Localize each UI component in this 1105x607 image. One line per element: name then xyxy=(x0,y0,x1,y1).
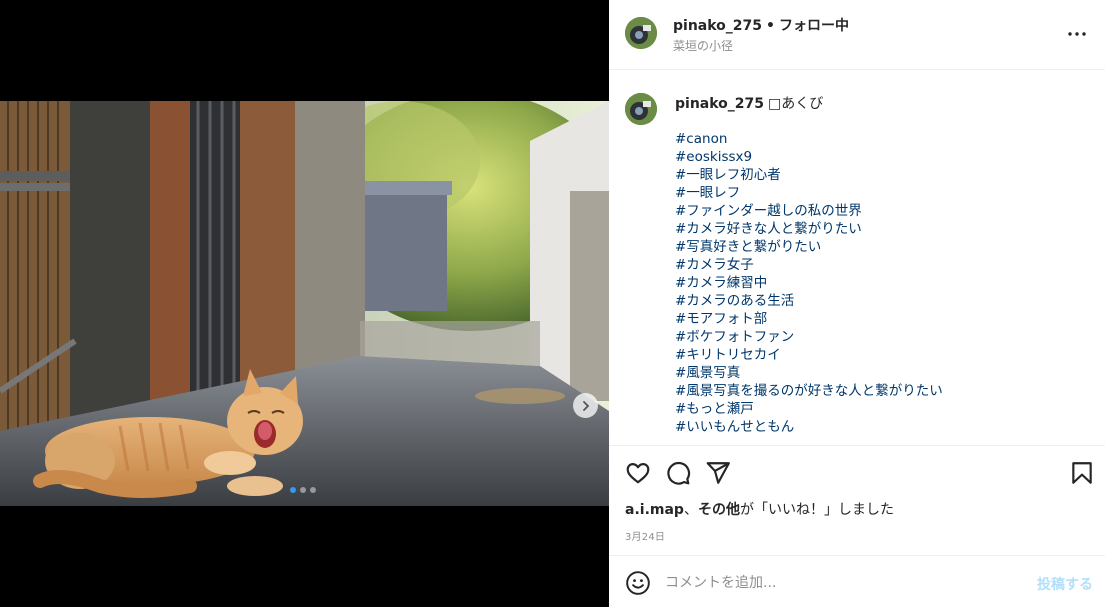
likes-joiner: 、 xyxy=(683,502,698,518)
hashtag-link[interactable]: #いいもんせともん xyxy=(675,418,943,436)
comment-bubble-icon xyxy=(667,462,691,485)
hashtag-link[interactable]: #風景写真を撮るのが好きな人と繋がりたい xyxy=(675,382,943,400)
hashtag-link[interactable]: #一眼レフ初心者 xyxy=(675,166,943,184)
liker-username[interactable]: a.i.map xyxy=(625,502,684,518)
carousel-indicator xyxy=(290,487,316,493)
paper-plane-icon xyxy=(706,462,730,484)
carousel-next-button[interactable] xyxy=(573,393,598,418)
carousel-dot xyxy=(290,487,296,493)
hashtag-link[interactable]: #もっと瀬戸 xyxy=(675,400,943,418)
avatar[interactable] xyxy=(625,17,657,49)
hashtag-link[interactable]: #風景写真 xyxy=(675,364,943,382)
avatar-image xyxy=(625,93,657,125)
carousel-dot xyxy=(300,487,306,493)
hashtag-link[interactable]: #canon xyxy=(675,130,943,148)
hashtag-link[interactable]: #eoskissx9 xyxy=(675,148,943,166)
location-link[interactable]: 菜垣の小径 xyxy=(673,37,733,54)
hashtag-link[interactable]: #一眼レフ xyxy=(675,184,943,202)
likes-summary: a.i.map、その他が「いいね！」しました xyxy=(625,499,894,519)
hashtag-link[interactable]: #ファインダー越しの私の世界 xyxy=(675,202,943,220)
post-date[interactable]: 3月24日 xyxy=(625,528,665,543)
more-options-button[interactable] xyxy=(1065,22,1089,46)
cat-yawning-photo xyxy=(0,101,609,506)
hashtag-link[interactable]: #キリトリセカイ xyxy=(675,346,943,364)
post-header: pinako_275 • フォロー中 菜垣の小径 xyxy=(609,0,1105,70)
hashtag-link[interactable]: #カメラ好きな人と繋がりたい xyxy=(675,220,943,238)
caption-section: pinako_275 □あくび #canon #eoskissx9 #一眼レフ初心… xyxy=(609,71,1105,446)
like-button[interactable] xyxy=(625,460,651,486)
bookmark-icon xyxy=(1072,462,1092,484)
likes-others-link[interactable]: その他 xyxy=(698,502,740,518)
hashtag-link[interactable]: #ボケフォトファン xyxy=(675,328,943,346)
comment-input[interactable] xyxy=(665,570,1025,596)
hashtag-link[interactable]: #写真好きと繋がりたい xyxy=(675,238,943,256)
hashtag-link[interactable]: #カメラ女子 xyxy=(675,256,943,274)
username-link[interactable]: pinako_275 xyxy=(673,18,762,34)
share-button[interactable] xyxy=(705,460,731,486)
follow-status-button[interactable]: フォロー中 xyxy=(779,18,849,34)
post-comment-button[interactable]: 投稿する xyxy=(1037,574,1093,594)
likes-suffix: が「いいね！」しました xyxy=(739,502,894,518)
avatar-image xyxy=(625,17,657,49)
emoji-button[interactable] xyxy=(625,570,651,596)
ellipsis-icon xyxy=(1068,32,1086,36)
post-detail-panel: pinako_275 • フォロー中 菜垣の小径 pinako_275 □あくび #c… xyxy=(609,0,1105,607)
hashtag-link[interactable]: #カメラのある生活 xyxy=(675,292,943,310)
avatar[interactable] xyxy=(625,93,657,125)
caption-username[interactable]: pinako_275 xyxy=(675,96,764,112)
separator-dot: • xyxy=(766,18,775,34)
action-bar xyxy=(609,452,1105,492)
chevron-right-icon xyxy=(582,400,589,411)
carousel-dot xyxy=(310,487,316,493)
hashtag-list: #canon #eoskissx9 #一眼レフ初心者 #一眼レフ #ファインダー… xyxy=(675,130,943,436)
heart-icon xyxy=(626,463,650,484)
caption-heading: pinako_275 □あくび xyxy=(675,93,823,113)
smiley-icon xyxy=(626,571,650,595)
caption-text: □あくび xyxy=(768,96,824,112)
post-media-pane xyxy=(0,0,609,607)
save-button[interactable] xyxy=(1069,460,1095,486)
hashtag-link[interactable]: #カメラ練習中 xyxy=(675,274,943,292)
hashtag-link[interactable]: #モアフォト部 xyxy=(675,310,943,328)
comment-button[interactable] xyxy=(665,460,691,486)
post-photo[interactable] xyxy=(0,101,609,506)
comment-composer: 投稿する xyxy=(609,555,1105,607)
header-username-line: pinako_275 • フォロー中 xyxy=(673,15,849,35)
